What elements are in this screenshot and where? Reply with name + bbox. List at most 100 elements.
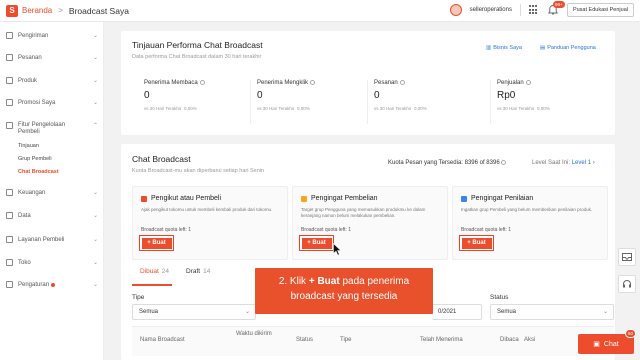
shopee-logo-icon[interactable]: S bbox=[6, 4, 18, 17]
new-dot-indicator bbox=[51, 282, 56, 287]
bar-chart-icon: ▥ bbox=[486, 45, 492, 51]
sidebar-item-toko[interactable]: Toko ⌄ bbox=[6, 259, 98, 266]
sidebar-item-label: Pengaturan bbox=[18, 281, 50, 288]
card-title: Pengikut atau Pembeli bbox=[151, 195, 222, 202]
column-header: Dibaca bbox=[500, 337, 519, 343]
stat-pesanan: Pesanan 0 vs 30 Hari Terakhir 0,00% bbox=[367, 80, 477, 124]
compare-label: vs 30 Hari Terakhir bbox=[257, 106, 295, 112]
column-header[interactable]: Waktu dikirim bbox=[236, 331, 272, 337]
card-description: Ingatkan grup Pembeli yang belum memberi… bbox=[461, 207, 593, 212]
filter-date-input[interactable]: 0/2021 bbox=[432, 304, 482, 320]
followers-icon bbox=[141, 195, 147, 202]
home-link[interactable]: Beranda bbox=[22, 6, 52, 15]
broadcast-title: Chat Broadcast bbox=[132, 154, 191, 164]
chat-button[interactable]: ▣ Chat bbox=[578, 334, 634, 354]
chevron-right-icon[interactable]: › bbox=[593, 160, 595, 166]
help-icon[interactable] bbox=[501, 160, 507, 165]
buat-button[interactable]: + Buat bbox=[461, 237, 492, 249]
help-icon[interactable] bbox=[399, 80, 405, 85]
filter-tipe-select[interactable]: Semua ⌄ bbox=[132, 304, 256, 320]
chat-label: Chat bbox=[603, 340, 619, 348]
card-quota: Broadcast quota left: 1 bbox=[141, 227, 192, 233]
bisnis-saya-link[interactable]: ▥ Bisnis Saya bbox=[486, 45, 522, 51]
seller-education-button[interactable]: Pusat Edukasi Penjual bbox=[566, 3, 634, 17]
help-icon[interactable] bbox=[310, 80, 316, 85]
stat-label: Penerima Membaca bbox=[144, 80, 248, 86]
chat-bubble-icon: ▣ bbox=[593, 341, 600, 348]
bisnis-saya-label: Bisnis Saya bbox=[493, 45, 522, 51]
username[interactable]: selleroperations bbox=[470, 7, 512, 13]
stat-label-text: Pesanan bbox=[374, 80, 398, 87]
wallet-icon bbox=[6, 189, 13, 196]
broadcast-card-pengingat-penilaian: Pengingat Penilaian Ingatkan grup Pembel… bbox=[452, 186, 608, 260]
avatar[interactable] bbox=[449, 4, 462, 16]
settings-icon bbox=[6, 281, 13, 288]
sidebar-item-pengiriman[interactable]: Pengiriman ⌄ bbox=[6, 32, 98, 39]
chat-badge: 60 bbox=[625, 329, 637, 338]
sidebar-item-layanan-pembeli[interactable]: Layanan Pembeli ⌄ bbox=[6, 236, 98, 243]
sidebar-item-produk[interactable]: Produk ⌄ bbox=[6, 77, 98, 84]
sidebar-item-pesanan[interactable]: Pesanan ⌄ bbox=[6, 54, 98, 61]
order-icon bbox=[6, 54, 13, 61]
sidebar-subitem-chat-broadcast[interactable]: Chat Broadcast bbox=[18, 169, 59, 175]
chevron-down-icon: ⌄ bbox=[92, 237, 98, 243]
broadcast-card-pengikut: Pengikut atau Pembeli Ajak pengikut toko… bbox=[132, 186, 288, 260]
sidebar: Pengiriman ⌄ Pesanan ⌄ Produk ⌄ Promosi Say… bbox=[0, 22, 104, 360]
sidebar-item-label: Pesanan bbox=[18, 54, 42, 61]
top-right-actions: selleroperations 99+ Pusat Edukasi Penju… bbox=[449, 1, 634, 17]
stat-penjualan: Penjualan Rp0 vs 30 Hari Terakhir 0,00% bbox=[490, 80, 600, 124]
sidebar-item-keuangan[interactable]: Keuangan ⌄ bbox=[6, 189, 98, 196]
support-headset-icon[interactable] bbox=[618, 275, 636, 293]
chevron-down-icon: ⌄ bbox=[92, 260, 98, 266]
card-quota: Broadcast quota left: 1 bbox=[461, 227, 512, 233]
card-header: Pengingat Pembelian bbox=[301, 195, 378, 202]
sidebar-item-label: Promosi Saya bbox=[18, 99, 56, 106]
stat-label-text: Penerima Mengklik bbox=[257, 80, 309, 87]
help-icon[interactable] bbox=[199, 80, 205, 85]
sidebar-item-fitur-pengelolaan[interactable]: Fitur Pengelolaan Pembeli ⌃ bbox=[6, 122, 98, 136]
stat-label-text: Penjualan bbox=[497, 80, 524, 87]
apps-grid-icon[interactable] bbox=[528, 5, 539, 15]
column-header: Telah Menerima bbox=[420, 337, 463, 343]
stat-label: Penjualan bbox=[497, 80, 600, 86]
sidebar-item-data[interactable]: Data ⌄ bbox=[6, 212, 98, 219]
chevron-up-icon: ⌃ bbox=[92, 123, 98, 129]
select-value: Semua bbox=[139, 309, 159, 315]
chevron-down-icon: ⌄ bbox=[92, 282, 98, 288]
tutorial-tooltip: 2. Klik + Buat pada penerima broadcast y… bbox=[255, 268, 433, 314]
tooltip-prefix: 2. Klik bbox=[278, 276, 309, 287]
sidebar-item-promosi[interactable]: Promosi Saya ⌄ bbox=[6, 99, 98, 106]
buat-button[interactable]: + Buat bbox=[141, 237, 172, 249]
inbox-icon[interactable] bbox=[618, 248, 636, 266]
sidebar-item-label: Data bbox=[18, 212, 31, 219]
card-header: Pengikut atau Pembeli bbox=[141, 195, 221, 202]
panduan-pengguna-label: Panduan Pengguna bbox=[547, 45, 596, 51]
tab-label: Dibuat bbox=[140, 268, 159, 275]
buat-button[interactable]: + Buat bbox=[301, 237, 332, 249]
panduan-pengguna-link[interactable]: ▤ Panduan Pengguna bbox=[540, 45, 596, 51]
card-header: Pengingat Penilaian bbox=[461, 195, 533, 202]
box-icon bbox=[6, 77, 13, 84]
sidebar-subitem-tinjauan[interactable]: Tinjauan bbox=[18, 143, 39, 149]
card-description: Ajak pengikut tokomu untuk membeli kemba… bbox=[141, 207, 273, 212]
help-icon[interactable] bbox=[525, 80, 531, 85]
stat-compare: vs 30 Hari Terakhir 0,00% bbox=[144, 106, 248, 111]
stat-penerima-mengklik: Penerima Mengklik 0 vs 30 Hari Terakhir … bbox=[250, 80, 360, 124]
buat-highlight: + Buat bbox=[459, 235, 494, 251]
sidebar-subitem-grup-pembeli[interactable]: Grup Pembeli bbox=[18, 156, 52, 162]
level-label: Level Saat Ini: bbox=[532, 160, 571, 166]
filter-status-select[interactable]: Semua ⌄ bbox=[490, 304, 614, 320]
support-icon bbox=[6, 236, 13, 243]
tab-count: 24 bbox=[161, 268, 170, 275]
column-header: Status bbox=[296, 337, 314, 343]
level-value[interactable]: Level 1 bbox=[572, 160, 591, 166]
mouse-cursor-icon bbox=[333, 243, 342, 256]
sidebar-item-label: Produk bbox=[18, 77, 38, 84]
sidebar-item-pengaturan[interactable]: Pengaturan ⌄ bbox=[6, 281, 98, 288]
notification-bell-icon[interactable]: 99+ bbox=[547, 1, 565, 16]
tab-dibuat[interactable]: Dibuat 24 bbox=[140, 268, 169, 275]
tab-draft[interactable]: Draft 14 bbox=[186, 268, 210, 275]
sidebar-item-label: Layanan Pembeli bbox=[18, 236, 65, 243]
stat-compare: vs 30 Hari Terakhir 0,00% bbox=[374, 106, 477, 111]
card-quota: Broadcast quota left: 1 bbox=[301, 227, 352, 233]
